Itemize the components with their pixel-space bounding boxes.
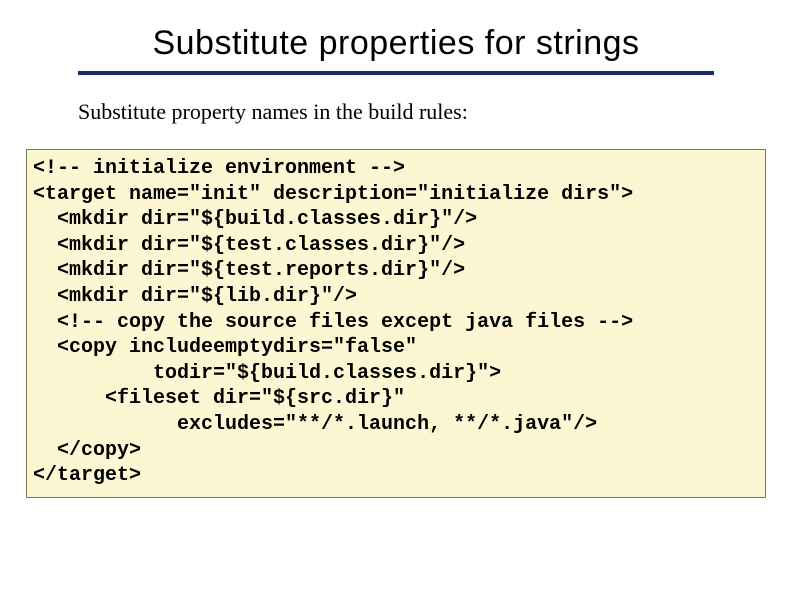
title-underline (78, 71, 714, 75)
code-block: <!-- initialize environment --> <target … (26, 149, 766, 498)
slide: Substitute properties for strings Substi… (0, 0, 792, 518)
slide-title: Substitute properties for strings (20, 24, 772, 63)
slide-subtitle: Substitute property names in the build r… (78, 99, 772, 125)
